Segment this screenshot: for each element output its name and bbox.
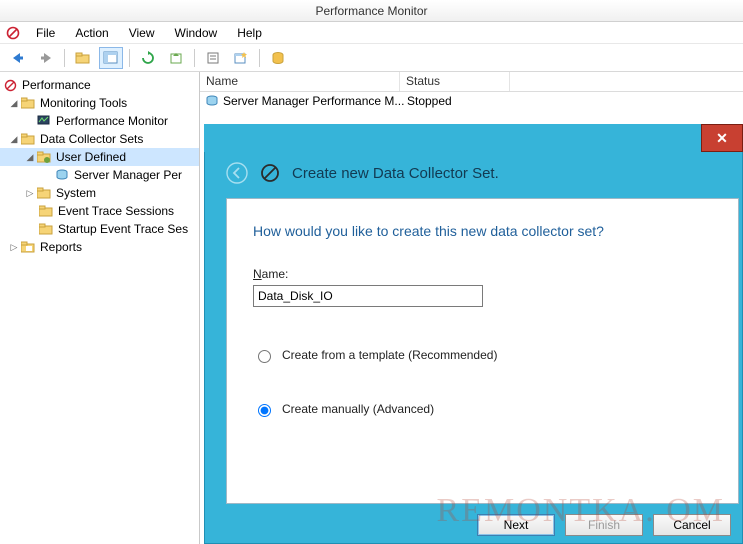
export-button[interactable]	[164, 47, 188, 69]
refresh-button[interactable]	[136, 47, 160, 69]
folder-system-icon	[36, 185, 52, 201]
forward-button[interactable]	[34, 47, 58, 69]
menu-help[interactable]: Help	[229, 24, 270, 42]
toolbar-separator	[64, 49, 65, 67]
toolbar-separator	[259, 49, 260, 67]
app-icon	[6, 26, 20, 40]
wizard-question: How would you like to create this new da…	[253, 223, 712, 239]
folder-icon	[75, 51, 91, 65]
menu-window[interactable]: Window	[167, 24, 226, 42]
back-button[interactable]	[6, 47, 30, 69]
tree-monitoring-tools[interactable]: ◢ Monitoring Tools	[0, 94, 199, 112]
tree-root[interactable]: Performance	[0, 76, 199, 94]
radio-template-label: Create from a template (Recommended)	[282, 348, 497, 362]
list-row[interactable]: Server Manager Performance M... Stopped	[200, 92, 743, 110]
radio-template[interactable]: Create from a template (Recommended)	[253, 347, 712, 363]
folder-trace-icon	[38, 203, 54, 219]
new-window-button[interactable]	[229, 47, 253, 69]
menu-file[interactable]: File	[28, 24, 63, 42]
radio-template-input[interactable]	[258, 350, 271, 363]
folder-up-button[interactable]	[71, 47, 95, 69]
col-status[interactable]: Status	[400, 72, 510, 91]
tree-ets[interactable]: Event Trace Sessions	[0, 202, 199, 220]
tree-label: Performance Monitor	[56, 114, 168, 128]
tree-label: System	[56, 186, 96, 200]
row-name: Server Manager Performance M...	[223, 94, 407, 108]
folder-user-icon	[36, 149, 52, 165]
tree-user-defined-child[interactable]: Server Manager Per	[0, 166, 199, 184]
tree-label: Reports	[40, 240, 82, 254]
window-star-icon	[234, 51, 248, 65]
twisty-closed-icon[interactable]: ▷	[24, 188, 36, 199]
prohibit-icon	[2, 77, 18, 93]
finish-button[interactable]: Finish	[565, 514, 643, 536]
tree-label: Event Trace Sessions	[58, 204, 174, 218]
wizard-title: Create new Data Collector Set.	[292, 165, 499, 182]
toolbar	[0, 44, 743, 72]
nav-tree: Performance ◢ Monitoring Tools Performan…	[0, 72, 200, 544]
tree-perfmon[interactable]: Performance Monitor	[0, 112, 199, 130]
twisty-open-icon[interactable]: ◢	[24, 152, 36, 163]
toolbar-separator	[194, 49, 195, 67]
wizard-close-button[interactable]: ✕	[701, 124, 743, 152]
refresh-icon	[141, 51, 155, 65]
window-title-bar: Performance Monitor	[0, 0, 743, 22]
tree-label: Monitoring Tools	[40, 96, 127, 110]
list-header: Name Status	[200, 72, 743, 92]
name-label: Name:	[253, 267, 712, 281]
tree-user-defined[interactable]: ◢ User Defined	[0, 148, 199, 166]
wizard-titlebar: ✕	[204, 124, 743, 152]
col-name[interactable]: Name	[200, 72, 400, 91]
collector-icon	[206, 95, 219, 107]
prohibit-large-icon	[260, 163, 280, 183]
tree-label: User Defined	[56, 150, 126, 164]
wizard-body: How would you like to create this new da…	[226, 198, 739, 504]
close-icon: ✕	[716, 130, 728, 147]
help-button[interactable]	[266, 47, 290, 69]
wizard-buttons: Next Finish Cancel	[477, 514, 731, 536]
collector-icon	[54, 167, 70, 183]
menu-bar: File Action View Window Help	[0, 22, 743, 44]
tree-dcs[interactable]: ◢ Data Collector Sets	[0, 130, 199, 148]
arrow-left-icon	[10, 51, 26, 65]
twisty-open-icon[interactable]: ◢	[8, 134, 20, 145]
tree-reports[interactable]: ▷ Reports	[0, 238, 199, 256]
radio-manual-input[interactable]	[258, 404, 271, 417]
export-icon	[169, 51, 183, 65]
row-status: Stopped	[407, 94, 517, 108]
arrow-right-icon	[38, 51, 54, 65]
twisty-open-icon[interactable]: ◢	[8, 98, 20, 109]
properties-button[interactable]	[201, 47, 225, 69]
tree-label: Performance	[22, 78, 91, 92]
show-hide-tree-button[interactable]	[99, 47, 123, 69]
menu-action[interactable]: Action	[67, 24, 116, 42]
name-input[interactable]	[253, 285, 483, 307]
menu-view[interactable]: View	[121, 24, 163, 42]
monitor-icon	[36, 113, 52, 129]
folder-startup-icon	[38, 221, 54, 237]
radio-manual-label: Create manually (Advanced)	[282, 402, 434, 416]
next-button[interactable]: Next	[477, 514, 555, 536]
radio-manual[interactable]: Create manually (Advanced)	[253, 401, 712, 417]
cancel-button[interactable]: Cancel	[653, 514, 731, 536]
window-title: Performance Monitor	[315, 4, 427, 18]
back-circle-icon	[226, 162, 248, 184]
twisty-closed-icon[interactable]: ▷	[8, 242, 20, 253]
db-icon	[271, 51, 285, 65]
folder-reports-icon	[20, 239, 36, 255]
wizard-dialog: ✕ Create new Data Collector Set. How wou…	[204, 124, 743, 544]
folder-tools-icon	[20, 95, 36, 111]
toolbar-separator	[129, 49, 130, 67]
tree-label: Startup Event Trace Ses	[58, 222, 188, 236]
tree-sets[interactable]: Startup Event Trace Ses	[0, 220, 199, 238]
wizard-header: Create new Data Collector Set.	[204, 152, 743, 200]
tree-label: Server Manager Per	[74, 168, 182, 182]
tree-system[interactable]: ▷ System	[0, 184, 199, 202]
tree-label: Data Collector Sets	[40, 132, 143, 146]
panel-icon	[103, 51, 119, 65]
properties-icon	[206, 51, 220, 65]
folder-data-icon	[20, 131, 36, 147]
